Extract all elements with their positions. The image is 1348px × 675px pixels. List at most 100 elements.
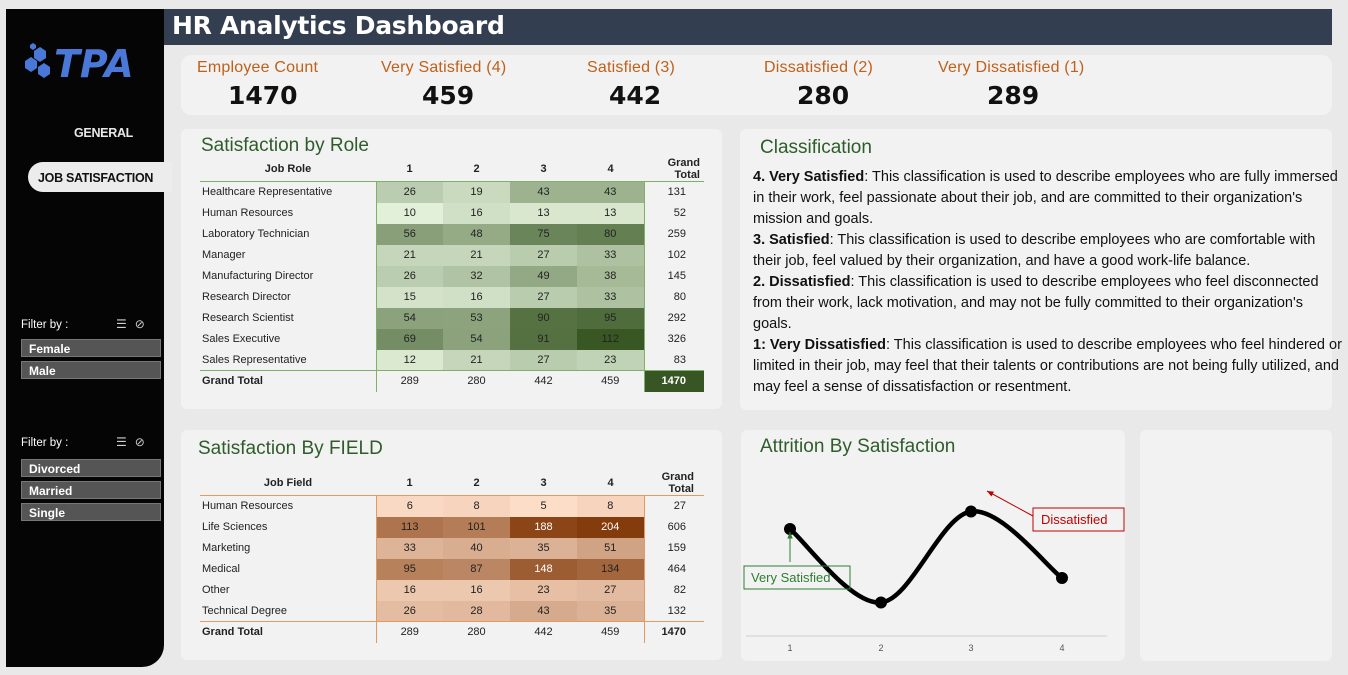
slicer-female[interactable]: Female (21, 339, 161, 357)
value-cell: 442 (510, 370, 577, 392)
row-label: Manager (202, 249, 246, 261)
multi-select-icon[interactable]: ☰ (116, 317, 127, 331)
value-cell: 459 (577, 621, 644, 643)
multi-select-icon[interactable]: ☰ (116, 435, 127, 449)
kpi-value-employee-count: 1470 (228, 81, 298, 110)
value-cell: 5 (510, 495, 577, 517)
nav-general[interactable]: GENERAL (74, 126, 133, 140)
annotation-label: Very Satisfied (751, 570, 831, 585)
value-cell: 40 (443, 537, 510, 559)
table-row: Human Resources 6 8 5 8 27 (200, 495, 704, 517)
col-header: 2 (443, 157, 510, 182)
col-header: 4 (577, 157, 644, 182)
value-cell: 204 (577, 516, 644, 538)
kpi-label-satisfied: Satisfied (3) (587, 59, 675, 76)
slicer-married[interactable]: Married (21, 481, 161, 499)
table-row: Laboratory Technician 56 48 75 80 259 (200, 223, 704, 245)
value-cell: 112 (577, 328, 644, 350)
role-panel-title: Satisfaction by Role (201, 135, 369, 156)
kpi-value-satisfied: 442 (609, 81, 662, 110)
value-cell: 95 (375, 558, 443, 580)
table-row: Sales Representative 12 21 27 23 83 (200, 349, 704, 371)
col-header: Job Field (200, 471, 376, 496)
col-header: 3 (510, 157, 577, 182)
table-row: Human Resources 10 16 13 13 52 (200, 202, 704, 224)
kpi-label-employee-count: Employee Count (197, 59, 319, 76)
clear-filter-icon[interactable]: ⊘ (135, 435, 145, 449)
table-row: Life Sciences 113 101 188 204 606 (200, 516, 704, 538)
slicer-single[interactable]: Single (21, 503, 161, 521)
slicer-male[interactable]: Male (21, 361, 161, 379)
col-header: Job Role (200, 157, 376, 182)
value-cell: 12 (375, 349, 443, 371)
value-cell: 289 (375, 370, 443, 392)
value-cell: 28 (443, 600, 510, 622)
value-cell: 54 (443, 328, 510, 350)
col-header: 3 (510, 471, 577, 496)
value-cell: 51 (577, 537, 644, 559)
data-point (965, 505, 977, 518)
table-row: Manufacturing Director 26 32 49 38 145 (200, 265, 704, 287)
role-table: Job Role 1 2 3 4 Grand Total Healthcare … (200, 157, 704, 392)
annotation-label: Dissatisfied (1041, 512, 1107, 527)
row-label: Grand Total (200, 621, 376, 643)
classification-text: 4. Very Satisfied: This classification i… (753, 167, 1343, 398)
class-item: 1: Very Dissatisfied: This classificatio… (753, 337, 1342, 395)
data-point (1056, 572, 1068, 584)
clear-filter-icon[interactable]: ⊘ (135, 317, 145, 331)
col-header: 2 (443, 471, 510, 496)
grand-total-cell: 131 (643, 181, 704, 203)
grand-total-cell: 83 (643, 349, 704, 371)
row-label: Laboratory Technician (202, 228, 310, 240)
value-cell: 16 (375, 579, 443, 601)
row-label: Grand Total (200, 370, 376, 392)
value-cell: 53 (443, 307, 510, 329)
value-cell: 48 (443, 223, 510, 245)
value-cell: 56 (375, 223, 443, 245)
total-row: Grand Total 289 280 442 459 1470 (200, 621, 704, 643)
value-cell: 8 (577, 495, 644, 517)
value-cell: 13 (577, 202, 644, 224)
row-label: Technical Degree (202, 604, 287, 617)
grand-total-cell: 259 (643, 223, 704, 245)
value-cell: 442 (510, 621, 577, 643)
value-cell: 90 (510, 307, 577, 329)
nav-job-satisfaction[interactable]: JOB SATISFACTION (28, 162, 172, 192)
classification-panel: Classification 4. Very Satisfied: This c… (740, 129, 1342, 410)
kpi-bar: Employee Count 1470 Very Satisfied (4) 4… (181, 55, 1332, 115)
value-cell: 134 (577, 558, 644, 580)
value-cell: 23 (510, 579, 577, 601)
annotation-arrow (986, 490, 1034, 517)
grand-total-cell: 102 (643, 244, 704, 266)
page-title: HR Analytics Dashboard (172, 11, 505, 40)
value-cell: 69 (375, 328, 443, 350)
col-header: 1 (376, 157, 443, 182)
value-cell: 75 (510, 223, 577, 245)
table-row: Research Scientist 54 53 90 95 292 (200, 307, 704, 329)
classification-title: Classification (760, 137, 872, 158)
value-cell: 21 (443, 349, 510, 371)
value-cell: 26 (375, 600, 443, 622)
value-cell: 10 (375, 202, 443, 224)
value-cell: 8 (443, 495, 510, 517)
kpi-value-very-dissatisfied: 289 (987, 81, 1040, 110)
class-item: 3. Satisfied: This classification is use… (753, 232, 1316, 269)
row-label: Manufacturing Director (202, 270, 314, 282)
value-cell: 33 (577, 244, 644, 266)
x-tick-label: 2 (878, 643, 883, 653)
value-cell: 188 (510, 516, 577, 538)
kpi-label-very-satisfied: Very Satisfied (4) (381, 59, 507, 76)
value-cell: 35 (577, 600, 644, 622)
value-cell: 26 (375, 181, 443, 203)
blank-panel (1140, 430, 1332, 661)
x-tick-label: 4 (1059, 643, 1064, 653)
value-cell: 21 (375, 244, 443, 266)
table-row: Research Director 15 16 27 33 80 (200, 286, 704, 308)
grand-total-cell: 159 (643, 537, 704, 559)
slicer-divorced[interactable]: Divorced (21, 459, 161, 477)
attrition-chart: 1 2 3 4 Very Satisfied Dissatisfied (743, 490, 1125, 653)
attrition-panel: Attrition By Satisfaction 1 2 3 4 Very Satis… (741, 430, 1125, 661)
value-cell: 459 (577, 370, 644, 392)
row-label: Medical (202, 563, 240, 575)
tpa-logo: TPA (25, 42, 134, 85)
